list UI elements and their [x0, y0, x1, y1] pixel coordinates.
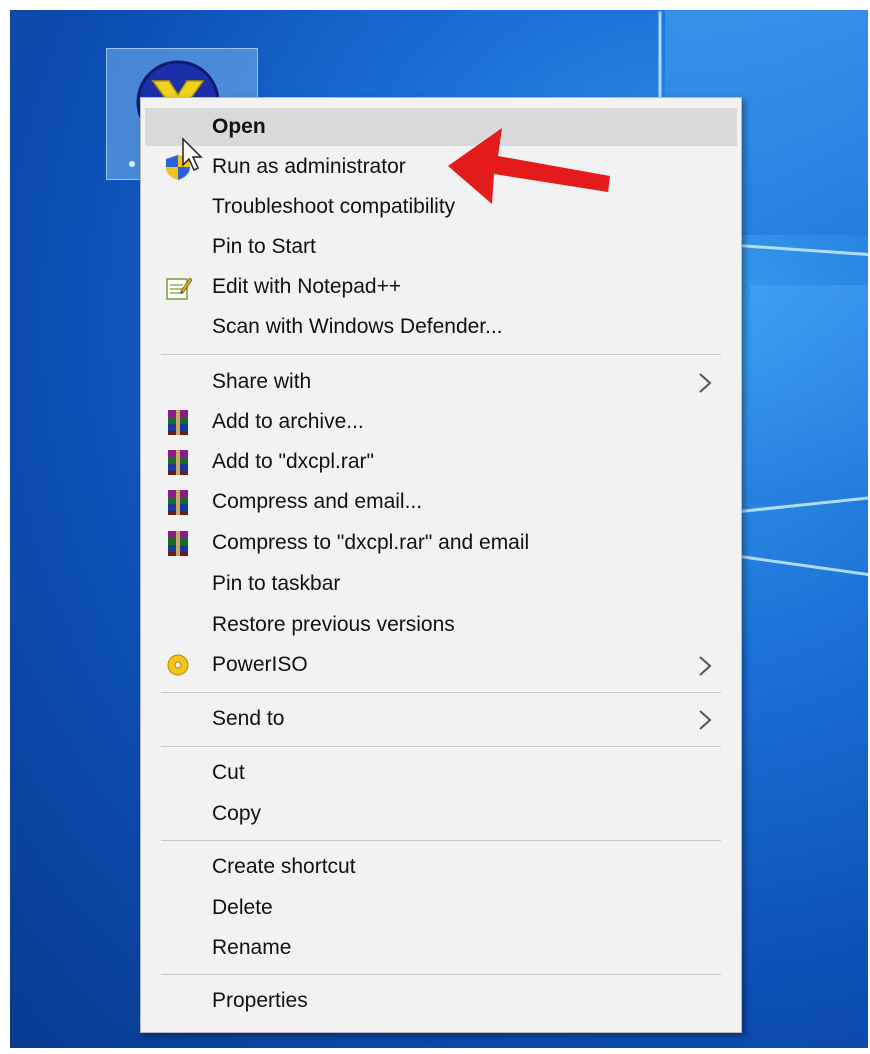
menu-item-compress-to-rar-and-email[interactable]: Compress to "dxcpl.rar" and email — [145, 524, 737, 562]
menu-item-label: Edit with Notepad++ — [212, 275, 402, 298]
menu-item-pin-to-start[interactable]: Pin to Start — [145, 228, 737, 266]
menu-item-share-with[interactable]: Share with — [145, 363, 737, 401]
menu-item-scan-with-windows-defender[interactable]: Scan with Windows Defender... — [145, 308, 737, 346]
winrar-icon — [168, 450, 188, 475]
menu-item-label: Create shortcut — [212, 855, 356, 878]
menu-item-label: Compress to "dxcpl.rar" and email — [212, 531, 530, 554]
poweriso-icon — [167, 654, 189, 676]
chevron-right-icon — [699, 656, 712, 676]
menu-item-rename[interactable]: Rename — [145, 929, 737, 967]
menu-separator — [161, 354, 721, 355]
winrar-icon — [168, 410, 188, 435]
menu-item-restore-previous-versions[interactable]: Restore previous versions — [145, 606, 737, 644]
context-menu: Open Run as administrator Troubleshoot c… — [140, 97, 742, 1033]
menu-item-label: Compress and email... — [212, 490, 423, 513]
menu-item-poweriso[interactable]: PowerISO — [145, 646, 737, 684]
menu-item-send-to[interactable]: Send to — [145, 700, 737, 738]
menu-item-label: Properties — [212, 989, 308, 1012]
menu-separator — [161, 974, 721, 975]
menu-item-compress-and-email[interactable]: Compress and email... — [145, 483, 737, 521]
wallpaper-pane — [750, 285, 868, 505]
menu-item-label: Scan with Windows Defender... — [212, 315, 503, 338]
menu-item-add-to-dxcpl-rar[interactable]: Add to "dxcpl.rar" — [145, 443, 737, 481]
menu-separator — [161, 840, 721, 841]
menu-item-cut[interactable]: Cut — [145, 754, 737, 792]
menu-item-label: Share with — [212, 370, 312, 393]
menu-item-add-to-archive[interactable]: Add to archive... — [145, 403, 737, 441]
menu-separator — [161, 746, 721, 747]
menu-item-label: Open — [212, 115, 266, 138]
menu-item-label: Cut — [212, 761, 245, 784]
menu-item-delete[interactable]: Delete — [145, 889, 737, 927]
menu-item-label: Rename — [212, 936, 292, 959]
menu-separator — [161, 692, 721, 693]
wallpaper-beam — [739, 555, 868, 578]
winrar-icon — [168, 490, 188, 515]
menu-item-pin-to-taskbar[interactable]: Pin to taskbar — [145, 565, 737, 603]
menu-item-label: Restore previous versions — [212, 613, 455, 636]
menu-item-label: Delete — [212, 896, 273, 919]
menu-item-copy[interactable]: Copy — [145, 795, 737, 833]
red-annotation-arrow-icon — [448, 128, 610, 204]
menu-item-edit-with-notepad-plus-plus[interactable]: Edit with Notepad++ — [145, 268, 737, 306]
menu-item-label: Troubleshoot compatibility — [212, 195, 456, 218]
notepad-plus-plus-icon — [166, 277, 193, 300]
menu-item-label: Pin to taskbar — [212, 572, 341, 595]
menu-item-create-shortcut[interactable]: Create shortcut — [145, 848, 737, 886]
chevron-right-icon — [699, 373, 712, 393]
icon-caption-dot — [129, 161, 135, 167]
menu-item-label: PowerISO — [212, 653, 308, 676]
menu-item-label: Copy — [212, 802, 262, 825]
mouse-cursor-icon — [182, 137, 203, 172]
menu-item-label: Send to — [212, 707, 285, 730]
menu-item-label: Add to "dxcpl.rar" — [212, 450, 374, 473]
menu-item-label: Run as administrator — [212, 155, 406, 178]
menu-item-label: Pin to Start — [212, 235, 316, 258]
chevron-right-icon — [699, 710, 712, 730]
menu-item-label: Add to archive... — [212, 410, 364, 433]
menu-item-properties[interactable]: Properties — [145, 982, 737, 1020]
winrar-icon — [168, 531, 188, 556]
